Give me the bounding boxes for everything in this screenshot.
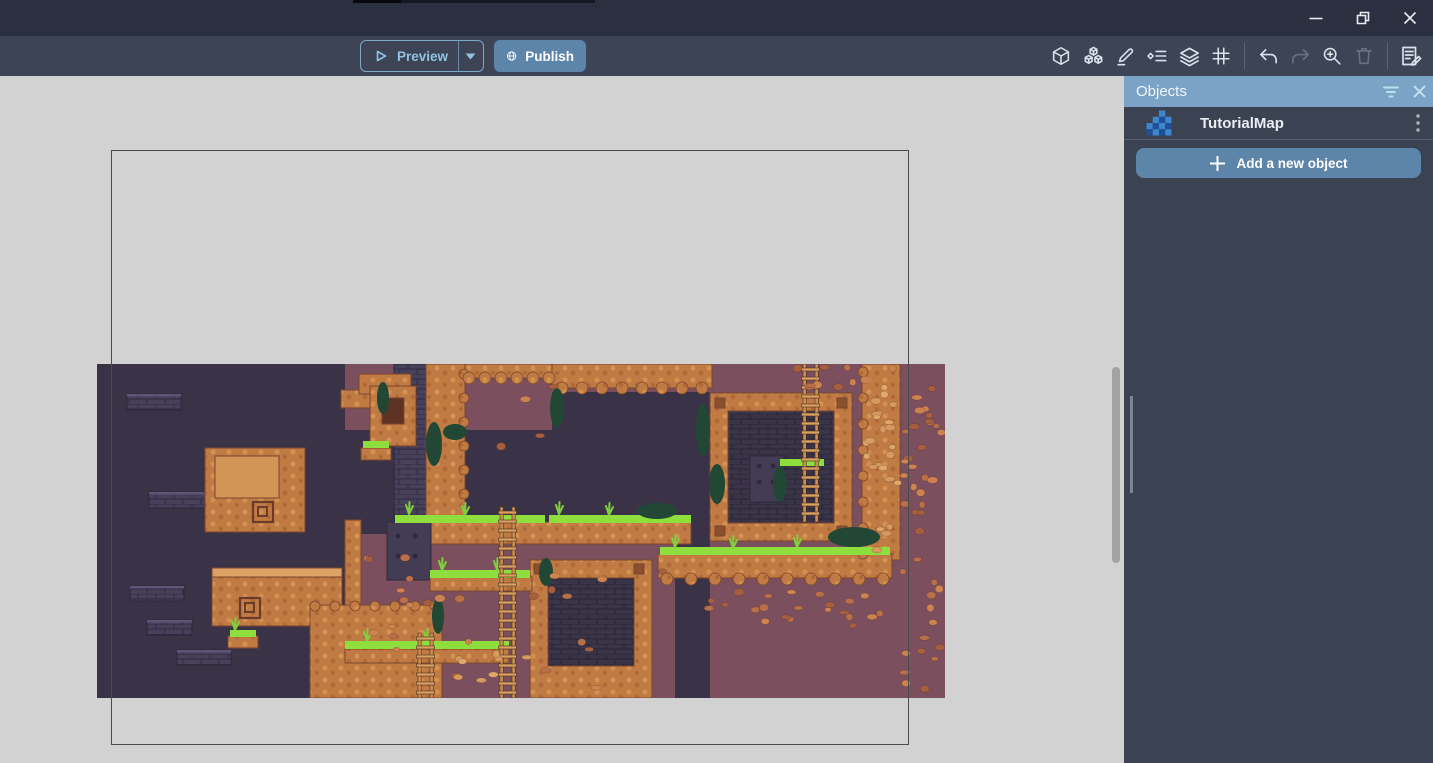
- instances-list-icon: [1146, 45, 1168, 67]
- objects-panel-title: Objects: [1124, 83, 1377, 100]
- grid-icon: [1210, 45, 1232, 67]
- preview-button[interactable]: Preview: [360, 40, 484, 72]
- titlebar-strip: [353, 0, 595, 3]
- canvas-vertical-scrollbar[interactable]: [1112, 367, 1120, 563]
- events-sheet-icon: [1399, 44, 1423, 68]
- panel-scrollbar[interactable]: [1130, 396, 1133, 493]
- minimize-button[interactable]: [1292, 0, 1339, 36]
- zoom-in-icon: [1321, 45, 1343, 67]
- redo-icon: [1289, 45, 1312, 68]
- trash-icon: [1353, 45, 1375, 67]
- toolbar-separator: [1244, 43, 1245, 69]
- restore-button[interactable]: [1339, 0, 1386, 36]
- plus-icon: [1209, 155, 1226, 172]
- toggle-grid-button[interactable]: [1209, 44, 1233, 68]
- scene-tilemap-instance[interactable]: [97, 364, 945, 698]
- pencil-icon: [1114, 45, 1136, 67]
- zoom-button[interactable]: [1320, 44, 1344, 68]
- events-sheet-button[interactable]: [1399, 44, 1423, 68]
- undo-icon: [1257, 45, 1280, 68]
- object-groups-button[interactable]: [1081, 44, 1105, 68]
- scene-editor-canvas[interactable]: [0, 76, 1124, 763]
- play-icon: [373, 48, 389, 64]
- object-name: TutorialMap: [1200, 115, 1403, 132]
- objects-editor-button[interactable]: [1049, 44, 1073, 68]
- redo-button[interactable]: [1288, 44, 1312, 68]
- restore-icon: [1355, 10, 1371, 26]
- filter-icon: [1383, 86, 1399, 98]
- minimize-icon: [1308, 10, 1324, 26]
- panel-close-button[interactable]: [1405, 76, 1433, 107]
- window-controls: [1292, 0, 1433, 36]
- filter-button[interactable]: [1377, 76, 1405, 107]
- objects-panel-header: Objects: [1124, 76, 1433, 107]
- toolbar-separator: [1387, 43, 1388, 69]
- publish-button[interactable]: Publish: [494, 40, 586, 72]
- edit-properties-button[interactable]: [1113, 44, 1137, 68]
- object-menu-button[interactable]: [1403, 107, 1433, 140]
- objects-panel: Objects: [1124, 76, 1433, 763]
- close-icon: [1402, 10, 1418, 26]
- layers-panel-button[interactable]: [1177, 44, 1201, 68]
- preview-label: Preview: [397, 49, 448, 64]
- close-icon: [1413, 85, 1426, 98]
- add-object-button[interactable]: Add a new object: [1136, 148, 1421, 178]
- layers-icon: [1178, 45, 1201, 68]
- publish-label: Publish: [525, 49, 574, 64]
- add-object-label: Add a new object: [1236, 156, 1347, 171]
- preview-button-main[interactable]: Preview: [361, 48, 458, 64]
- object-list-item[interactable]: TutorialMap: [1124, 107, 1433, 140]
- kebab-menu-icon: [1416, 114, 1420, 132]
- tilemap-thumbnail-icon: [1146, 110, 1172, 136]
- cube-icon: [1050, 45, 1072, 67]
- chevron-down-icon: [465, 53, 476, 60]
- globe-icon: [506, 47, 517, 65]
- close-button[interactable]: [1386, 0, 1433, 36]
- tilemap-art: [97, 364, 945, 698]
- preview-dropdown-button[interactable]: [459, 53, 483, 60]
- toolbar-icons: [1049, 36, 1433, 76]
- toolbar: Preview Publish: [0, 36, 1433, 76]
- titlebar: [0, 0, 1433, 36]
- object-groups-icon: [1082, 45, 1105, 68]
- undo-button[interactable]: [1256, 44, 1280, 68]
- delete-button[interactable]: [1352, 44, 1376, 68]
- instances-list-button[interactable]: [1145, 44, 1169, 68]
